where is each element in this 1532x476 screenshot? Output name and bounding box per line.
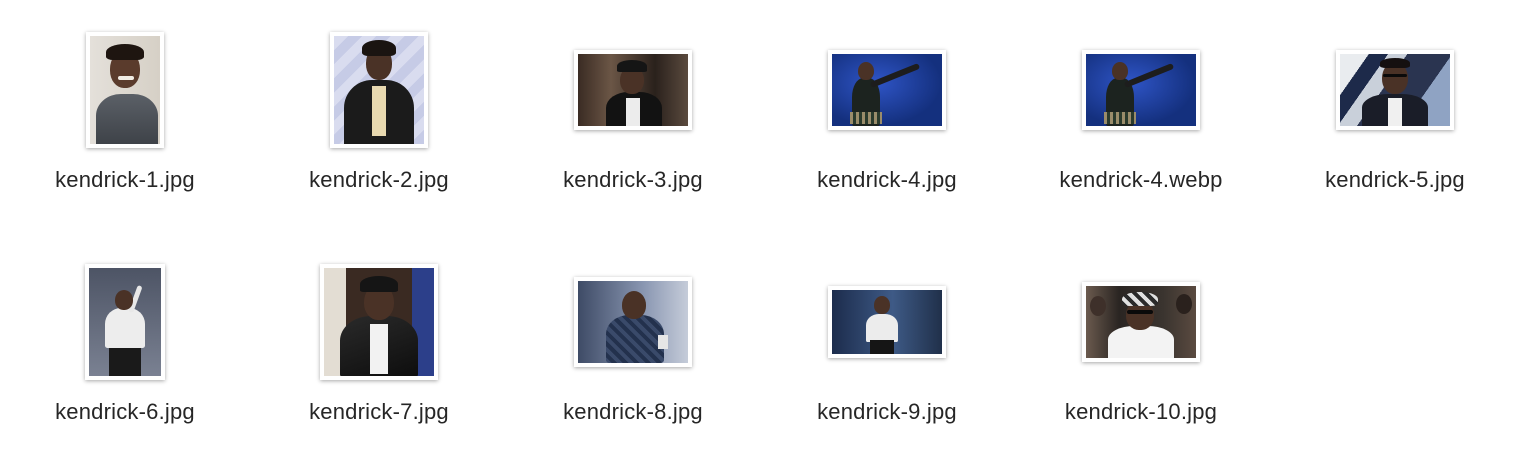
file-name: kendrick-1.jpg [55,167,195,192]
file-name: kendrick-6.jpg [55,399,195,424]
file-item[interactable]: kendrick-3.jpg [518,30,748,230]
file-name: kendrick-5.jpg [1325,167,1465,192]
file-item[interactable]: kendrick-7.jpg [264,262,494,462]
file-grid: kendrick-1.jpg kendrick-2.jpg kendrick-3… [0,0,1532,476]
image-thumbnail[interactable] [828,50,946,130]
file-name: kendrick-10.jpg [1064,399,1218,424]
image-thumbnail[interactable] [574,277,692,367]
file-name: kendrick-9.jpg [817,399,957,424]
file-item[interactable]: kendrick-4.webp [1026,30,1256,230]
file-item[interactable]: kendrick-6.jpg [10,262,240,462]
file-item[interactable]: kendrick-4.jpg [772,30,1002,230]
file-item[interactable]: kendrick-10.jpg [1026,262,1256,462]
image-thumbnail[interactable] [1336,50,1454,130]
image-thumbnail[interactable] [574,50,692,130]
image-thumbnail[interactable] [85,264,165,380]
image-thumbnail[interactable] [1082,50,1200,130]
image-thumbnail[interactable] [828,286,946,358]
file-name: kendrick-4.jpg [817,167,957,192]
file-name: kendrick-4.webp [1059,167,1223,192]
image-thumbnail[interactable] [1082,282,1200,362]
image-thumbnail[interactable] [86,32,164,148]
file-item[interactable]: kendrick-2.jpg [264,30,494,230]
file-name: kendrick-8.jpg [563,399,703,424]
image-thumbnail[interactable] [330,32,428,148]
file-name: kendrick-3.jpg [563,167,703,192]
file-item[interactable]: kendrick-8.jpg [518,262,748,462]
image-thumbnail[interactable] [320,264,438,380]
file-item[interactable]: kendrick-9.jpg [772,262,1002,462]
file-name: kendrick-2.jpg [309,167,449,192]
file-item[interactable]: kendrick-1.jpg [10,30,240,230]
file-item[interactable]: kendrick-5.jpg [1280,30,1510,230]
file-name: kendrick-7.jpg [309,399,449,424]
